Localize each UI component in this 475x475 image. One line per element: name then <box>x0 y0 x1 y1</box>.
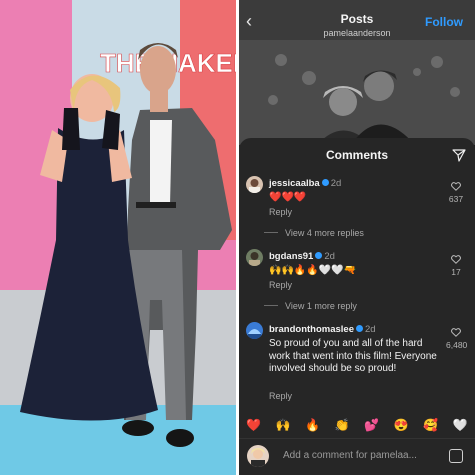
heart-outline-icon[interactable] <box>451 255 461 264</box>
premiere-photo: THE NAKED G <box>0 0 236 475</box>
emoji-reaction-button[interactable]: 🥰 <box>420 418 442 432</box>
comment-time: 2d <box>365 324 376 335</box>
comment-text: 🙌🙌🔥🔥🤍🤍🔫 <box>269 265 357 276</box>
emoji-reaction-button[interactable]: 😍 <box>390 418 412 432</box>
instagram-post-screen: ‹ Posts pamelaanderson Follow Comments j… <box>239 0 475 475</box>
comment-username[interactable]: brandonthomaslee <box>269 324 354 335</box>
reply-button[interactable]: Reply <box>269 280 292 290</box>
emoji-reaction-button[interactable]: 💕 <box>361 418 383 432</box>
comment-header: jessicaalba 2d <box>269 178 341 189</box>
like-control[interactable]: 17 <box>446 255 466 277</box>
comments-title: Comments <box>325 148 388 162</box>
comment-time: 2d <box>330 178 342 189</box>
avatar[interactable] <box>246 249 263 266</box>
comment-input[interactable]: Add a comment for pamelaa... <box>283 450 417 461</box>
view-more-replies[interactable]: View 1 more reply <box>285 301 357 311</box>
emoji-reaction-bar: ❤️ 🙌 🔥 👏 💕 😍 🥰 🤍 <box>239 414 475 436</box>
comment-header: brandonthomaslee 2d <box>269 324 376 335</box>
comment-text: So proud of you and all of the hard work… <box>269 338 437 374</box>
add-comment-bar: Add a comment for pamelaa... <box>239 438 475 475</box>
verified-badge-icon <box>356 325 363 332</box>
premiere-photo-illustration: THE NAKED G <box>0 0 236 475</box>
reply-button[interactable]: Reply <box>269 207 292 217</box>
gif-sticker-icon[interactable] <box>449 449 463 463</box>
like-control[interactable]: 6,480 <box>446 328 468 350</box>
view-more-replies[interactable]: View 4 more replies <box>285 228 364 238</box>
emoji-reaction-button[interactable]: 🔥 <box>302 418 324 432</box>
share-send-icon[interactable] <box>452 148 466 162</box>
like-count: 637 <box>448 194 464 204</box>
heart-outline-icon[interactable] <box>451 182 461 191</box>
like-count: 6,480 <box>446 340 468 350</box>
reply-button[interactable]: Reply <box>269 391 292 401</box>
emoji-reaction-button[interactable]: 🤍 <box>449 418 471 432</box>
emoji-reaction-button[interactable]: ❤️ <box>243 418 265 432</box>
avatar[interactable] <box>246 176 263 193</box>
verified-badge-icon <box>315 252 323 259</box>
follow-button[interactable]: Follow <box>425 15 463 29</box>
avatar <box>247 445 269 467</box>
emoji-reaction-button[interactable]: 🙌 <box>272 418 294 432</box>
like-control[interactable]: 637 <box>446 182 466 204</box>
comment-header: bgdans91 2d <box>269 251 335 262</box>
heart-outline-icon[interactable] <box>451 328 461 337</box>
comment-text: ❤️❤️❤️ <box>269 192 307 203</box>
avatar[interactable] <box>246 322 263 339</box>
post-owner-username[interactable]: pamelaanderson <box>239 28 475 38</box>
verified-badge-icon <box>321 179 329 186</box>
comment-time: 2d <box>324 251 335 262</box>
emoji-reaction-button[interactable]: 👏 <box>331 418 353 432</box>
like-count: 17 <box>451 267 461 277</box>
comment-username[interactable]: bgdans91 <box>269 251 313 262</box>
comment-username[interactable]: jessicaalba <box>269 178 320 189</box>
